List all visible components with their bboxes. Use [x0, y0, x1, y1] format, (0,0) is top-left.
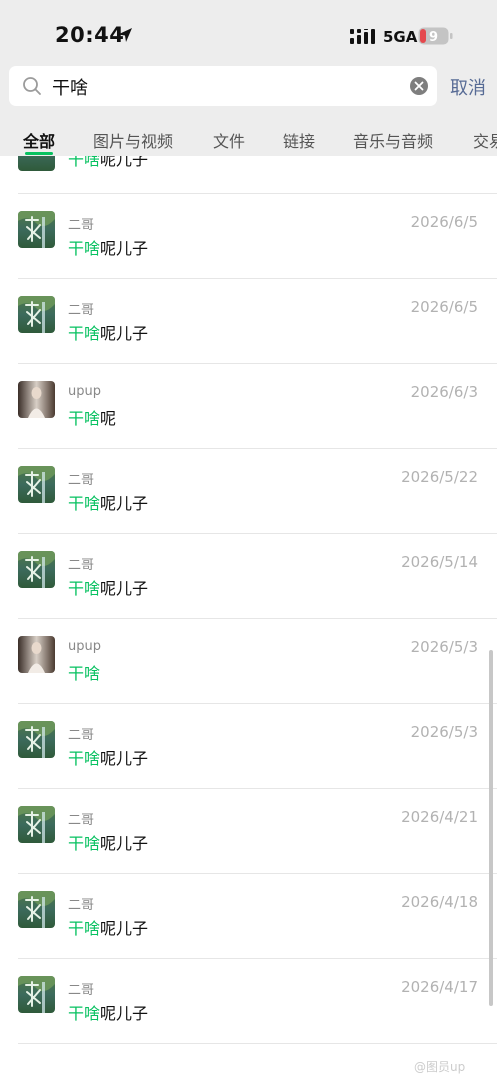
location-arrow-icon [118, 28, 132, 42]
highlight-match: 干啥 [68, 409, 101, 428]
message-date: 2026/6/5 [410, 298, 478, 316]
list-item[interactable]: 干啥呢儿子 [0, 156, 497, 194]
highlight-match: 干啥 [68, 749, 101, 768]
message-date: 2026/6/3 [410, 383, 478, 401]
message-preview: 干啥呢儿子 [68, 830, 148, 854]
message-rest: 呢儿子 [100, 749, 149, 768]
sender-name: 二哥 [68, 303, 95, 318]
message-preview: 干啥呢儿子 [68, 156, 149, 169]
message-date: 2026/4/18 [401, 893, 478, 911]
scrollbar[interactable] [489, 650, 493, 1006]
avatar [18, 211, 55, 248]
message-date: 2026/5/3 [410, 723, 478, 741]
message-rest: 呢儿子 [100, 919, 149, 938]
message-date: 2026/4/17 [401, 978, 478, 996]
message-date: 2026/5/3 [410, 638, 478, 656]
tab-music-audio[interactable]: 音乐与音频 [353, 128, 433, 152]
network-type: 5GA [383, 28, 418, 46]
avatar [18, 721, 55, 758]
signal-icon [350, 29, 375, 44]
cancel-button[interactable]: 取消 [450, 74, 486, 100]
list-item[interactable]: 二哥 2026/4/17 干啥呢儿子 [0, 959, 497, 1044]
message-preview: 干啥呢儿子 [68, 745, 148, 769]
sender-name: 二哥 [68, 983, 95, 998]
search-icon [23, 77, 41, 95]
filter-tabs: 全部 图片与视频 文件 链接 音乐与音频 交易 [0, 118, 497, 158]
avatar [18, 891, 55, 928]
message-rest: 呢儿子 [100, 834, 149, 853]
sender-name: 二哥 [68, 218, 95, 233]
list-item[interactable]: 二哥 2026/5/3 干啥呢儿子 [0, 704, 497, 789]
tab-links[interactable]: 链接 [283, 128, 315, 152]
sender-name: 二哥 [68, 813, 95, 828]
list-item[interactable]: 二哥 2026/5/22 干啥呢儿子 [0, 449, 497, 534]
list-item[interactable]: upup 2026/5/3 干啥 [0, 619, 497, 704]
highlight-match: 干啥 [68, 664, 101, 683]
message-preview: 干啥呢儿子 [68, 490, 148, 514]
avatar [18, 296, 55, 333]
sender-name: upup [68, 384, 101, 399]
avatar [18, 156, 55, 171]
sender-name: 二哥 [68, 473, 95, 488]
message-rest: 呢儿子 [100, 579, 149, 598]
tab-all[interactable]: 全部 [23, 128, 55, 152]
message-preview: 干啥呢儿子 [68, 915, 148, 939]
list-item[interactable]: 二哥 2026/4/21 干啥呢儿子 [0, 789, 497, 874]
list-item[interactable]: upup 2026/6/3 干啥呢 [0, 364, 497, 449]
avatar [18, 636, 55, 673]
list-item[interactable]: 二哥 2026/5/14 干啥呢儿子 [0, 534, 497, 619]
message-date: 2026/5/14 [401, 553, 478, 571]
message-preview: 干啥呢儿子 [68, 235, 148, 259]
list-item[interactable]: 二哥 2026/6/5 干啥呢儿子 [0, 194, 497, 279]
message-rest: 呢儿子 [100, 239, 149, 258]
message-date: 2026/4/21 [401, 808, 478, 826]
tab-files[interactable]: 文件 [213, 128, 245, 152]
message-preview: 干啥呢儿子 [68, 1000, 148, 1024]
message-rest: 呢儿子 [100, 324, 149, 343]
avatar [18, 466, 55, 503]
message-preview: 干啥呢儿子 [68, 575, 148, 599]
highlight-match: 干啥 [68, 579, 101, 598]
active-tab-indicator [25, 152, 53, 155]
avatar [18, 551, 55, 588]
highlight-match: 干啥 [68, 324, 101, 343]
search-query: 干啥 [52, 78, 88, 99]
clear-icon[interactable] [409, 76, 429, 96]
highlight-match: 干啥 [68, 494, 101, 513]
message-date: 2026/5/22 [401, 468, 478, 486]
message-preview: 干啥 [68, 660, 100, 684]
battery-level: 9 [429, 30, 438, 45]
avatar [18, 976, 55, 1013]
message-rest: 呢 [100, 409, 117, 428]
battery-icon: 9 [418, 27, 453, 45]
status-bar: 20:44 5GA 9 [0, 0, 497, 62]
top-area: 20:44 5GA 9 干啥 取消 全部 图片与视频 文件 链接 音乐与音频 交 [0, 0, 497, 156]
sender-name: 二哥 [68, 898, 95, 913]
highlight-match: 干啥 [68, 239, 101, 258]
tab-images-videos[interactable]: 图片与视频 [93, 128, 173, 152]
avatar [18, 806, 55, 843]
status-time: 20:44 [55, 23, 125, 47]
message-preview: 干啥呢 [68, 405, 116, 429]
search-results-list: 干啥呢儿子 二哥 2026/6/5 干啥呢儿子 二哥 2026/6/5 干啥呢儿子 upup… [0, 156, 497, 1080]
sender-name: 二哥 [68, 558, 95, 573]
list-item[interactable]: 二哥 2026/6/5 干啥呢儿子 [0, 279, 497, 364]
search-input[interactable]: 干啥 [9, 66, 437, 106]
message-preview: 干啥呢儿子 [68, 320, 148, 344]
sender-name: upup [68, 639, 101, 654]
watermark: @图员up [414, 1060, 466, 1074]
message-rest: 呢儿子 [100, 494, 149, 513]
highlight-match: 干啥 [68, 1004, 101, 1023]
highlight-match: 干啥 [68, 834, 101, 853]
list-item[interactable]: 二哥 2026/4/18 干啥呢儿子 [0, 874, 497, 959]
divider [18, 1043, 497, 1044]
tab-transactions[interactable]: 交易 [473, 128, 497, 152]
sender-name: 二哥 [68, 728, 95, 743]
message-rest: 呢儿子 [100, 1004, 149, 1023]
avatar [18, 381, 55, 418]
highlight-match: 干啥 [68, 919, 101, 938]
message-date: 2026/6/5 [410, 213, 478, 231]
